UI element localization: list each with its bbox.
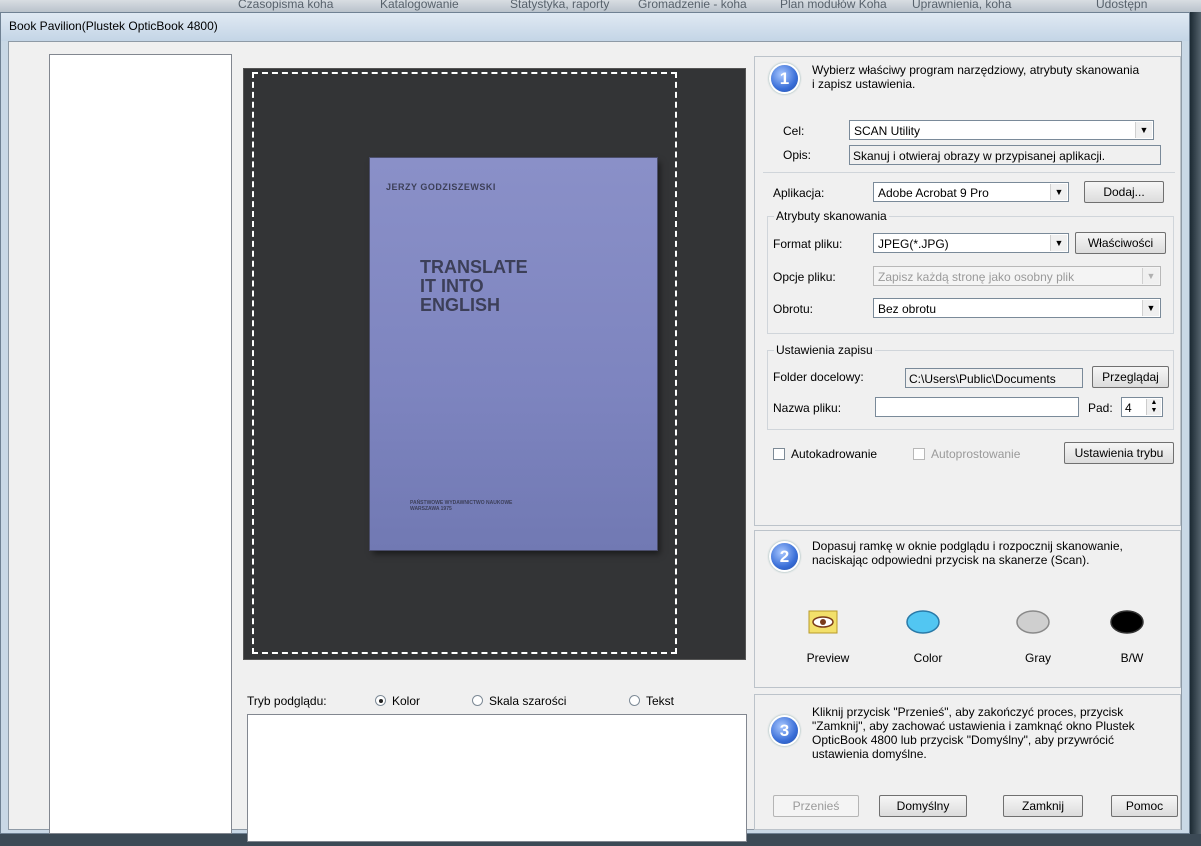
properties-button[interactable]: Właściwości — [1075, 232, 1166, 254]
chevron-down-icon[interactable]: ▼ — [1050, 184, 1067, 200]
autocrop-checkbox[interactable] — [773, 448, 785, 460]
step1-instructions: Wybierz właściwy program narzędziowy, at… — [812, 63, 1140, 91]
book-cover-image: JERZY GODZISZEWSKI TRANSLATE IT INTO ENG… — [370, 158, 657, 550]
book-publisher: PAŃSTWOWE WYDAWNICTWO NAUKOWE WARSZAWA 1… — [410, 500, 513, 512]
mode-text-label[interactable]: Tekst — [646, 694, 674, 708]
eye-icon — [808, 610, 838, 634]
thumbnail-list[interactable] — [49, 54, 232, 834]
step1-badge: 1 — [771, 65, 798, 92]
step3-badge: 3 — [771, 717, 798, 744]
gray-scan-icon — [1016, 610, 1050, 634]
step2-panel: 2 Dopasuj ramkę w oknie podglądu i rozpo… — [754, 530, 1181, 688]
scan-attributes-legend: Atrybuty skanowania — [774, 209, 889, 223]
background-menu-item: Katalogowanie — [380, 0, 459, 11]
title-bar[interactable]: Book Pavilion(Plustek OpticBook 4800) — [1, 13, 1189, 41]
default-button[interactable]: Domyślny — [879, 795, 967, 817]
mode-settings-button[interactable]: Ustawienia trybu — [1064, 442, 1174, 464]
application-dropdown[interactable]: Adobe Acrobat 9 Pro ▼ — [873, 182, 1069, 202]
bw-scan-icon — [1110, 610, 1144, 634]
background-menu-item: Statystyka, raporty — [510, 0, 610, 11]
color-scan-icon — [906, 610, 940, 634]
transfer-button[interactable]: Przenieś — [773, 795, 859, 817]
step3-instructions: Kliknij przycisk "Przenieś", aby zakończ… — [812, 705, 1135, 761]
pad-spinner[interactable]: 4 ▲ ▼ — [1121, 397, 1163, 417]
file-format-value: JPEG(*.JPG) — [878, 237, 949, 251]
color-label: Color — [913, 651, 943, 665]
background-menu-strip: Czasopisma koha Katalogowanie Statystyka… — [0, 0, 1201, 12]
rotation-value: Bez obrotu — [878, 302, 937, 316]
rotation-label: Obrotu: — [773, 302, 814, 316]
pad-value: 4 — [1125, 401, 1132, 415]
divider — [763, 172, 1175, 173]
description-field: Skanuj i otwieraj obrazy w przypisanej a… — [849, 145, 1161, 165]
add-button[interactable]: Dodaj... — [1084, 181, 1164, 203]
background-menu-item: Uprawnienia, koha — [912, 0, 1012, 11]
file-options-dropdown[interactable]: Zapisz każdą stronę jako osobny plik ▼ — [873, 266, 1161, 286]
step1-panel: 1 Wybierz właściwy program narzędziowy, … — [754, 56, 1181, 526]
background-menu-item: Czasopisma koha — [238, 0, 334, 11]
pad-label: Pad: — [1088, 401, 1113, 415]
destination-folder-label: Folder docelowy: — [773, 370, 864, 384]
save-settings-legend: Ustawienia zapisu — [774, 343, 875, 357]
background-menu-item: Udostępn — [1096, 0, 1148, 11]
background-menu-item: Plan modułów Koha — [780, 0, 887, 11]
chevron-down-icon[interactable]: ▼ — [1142, 300, 1159, 316]
deskew-label[interactable]: Autoprostowanie — [931, 447, 1020, 461]
spinner-arrows-icon[interactable]: ▲ ▼ — [1146, 399, 1161, 415]
mode-text-radio[interactable] — [629, 695, 640, 706]
application-value: Adobe Acrobat 9 Pro — [878, 186, 989, 200]
step2-instructions: Dopasuj ramkę w oknie podglądu i rozpocz… — [812, 539, 1123, 567]
background-menu-item: Gromadzenie - koha — [638, 0, 747, 11]
file-options-value: Zapisz każdą stronę jako osobny plik — [878, 270, 1075, 284]
status-log[interactable] — [247, 714, 747, 842]
file-format-label: Format pliku: — [773, 237, 843, 251]
chevron-down-icon[interactable]: ▼ — [1135, 122, 1152, 138]
destination-folder-field: C:\Users\Public\Documents — [905, 368, 1083, 388]
save-settings-group: Ustawienia zapisu — [767, 343, 1174, 430]
description-label: Opis: — [783, 148, 812, 162]
scanner-window: Book Pavilion(Plustek OpticBook 4800) JE… — [0, 12, 1190, 842]
application-label: Aplikacja: — [773, 186, 825, 200]
browse-button[interactable]: Przeglądaj — [1092, 366, 1169, 388]
file-format-dropdown[interactable]: JPEG(*.JPG) ▼ — [873, 233, 1069, 253]
preview-pane[interactable]: JERZY GODZISZEWSKI TRANSLATE IT INTO ENG… — [243, 68, 746, 660]
mode-color-radio[interactable] — [375, 695, 386, 706]
preview-label: Preview — [806, 651, 850, 665]
file-options-label: Opcje pliku: — [773, 270, 836, 284]
step2-badge: 2 — [771, 543, 798, 570]
target-dropdown[interactable]: SCAN Utility ▼ — [849, 120, 1154, 140]
close-button[interactable]: Zamknij — [1003, 795, 1083, 817]
chevron-down-icon[interactable]: ▼ — [1050, 235, 1067, 251]
window-title: Book Pavilion(Plustek OpticBook 4800) — [9, 19, 218, 33]
book-title: TRANSLATE IT INTO ENGLISH — [420, 257, 528, 315]
target-value: SCAN Utility — [854, 124, 921, 138]
preview-mode-row: Tryb podglądu: Kolor Skala szarości Teks… — [247, 693, 747, 711]
target-label: Cel: — [783, 124, 805, 138]
step3-panel: 3 Kliknij przycisk "Przenieś", aby zakoń… — [754, 694, 1181, 830]
scan-frame[interactable]: JERZY GODZISZEWSKI TRANSLATE IT INTO ENG… — [252, 72, 677, 654]
book-author: JERZY GODZISZEWSKI — [386, 182, 496, 192]
mode-gray-label[interactable]: Skala szarości — [489, 694, 566, 708]
window-client-area: JERZY GODZISZEWSKI TRANSLATE IT INTO ENG… — [8, 41, 1182, 842]
rotation-dropdown[interactable]: Bez obrotu ▼ — [873, 298, 1161, 318]
bw-label: B/W — [1120, 651, 1144, 665]
mode-color-label[interactable]: Kolor — [392, 694, 420, 708]
background-desktop — [1190, 12, 1201, 834]
help-button[interactable]: Pomoc — [1111, 795, 1178, 817]
preview-mode-label: Tryb podglądu: — [247, 694, 327, 708]
description-value: Skanuj i otwieraj obrazy w przypisanej a… — [853, 149, 1106, 163]
filename-label: Nazwa pliku: — [773, 401, 842, 415]
deskew-checkbox[interactable] — [913, 448, 925, 460]
gray-label: Gray — [1024, 651, 1051, 665]
mode-gray-radio[interactable] — [472, 695, 483, 706]
autocrop-label[interactable]: Autokadrowanie — [791, 447, 877, 461]
chevron-down-icon[interactable]: ▼ — [1142, 268, 1159, 284]
destination-folder-value: C:\Users\Public\Documents — [909, 372, 1056, 386]
filename-input[interactable] — [875, 397, 1079, 417]
